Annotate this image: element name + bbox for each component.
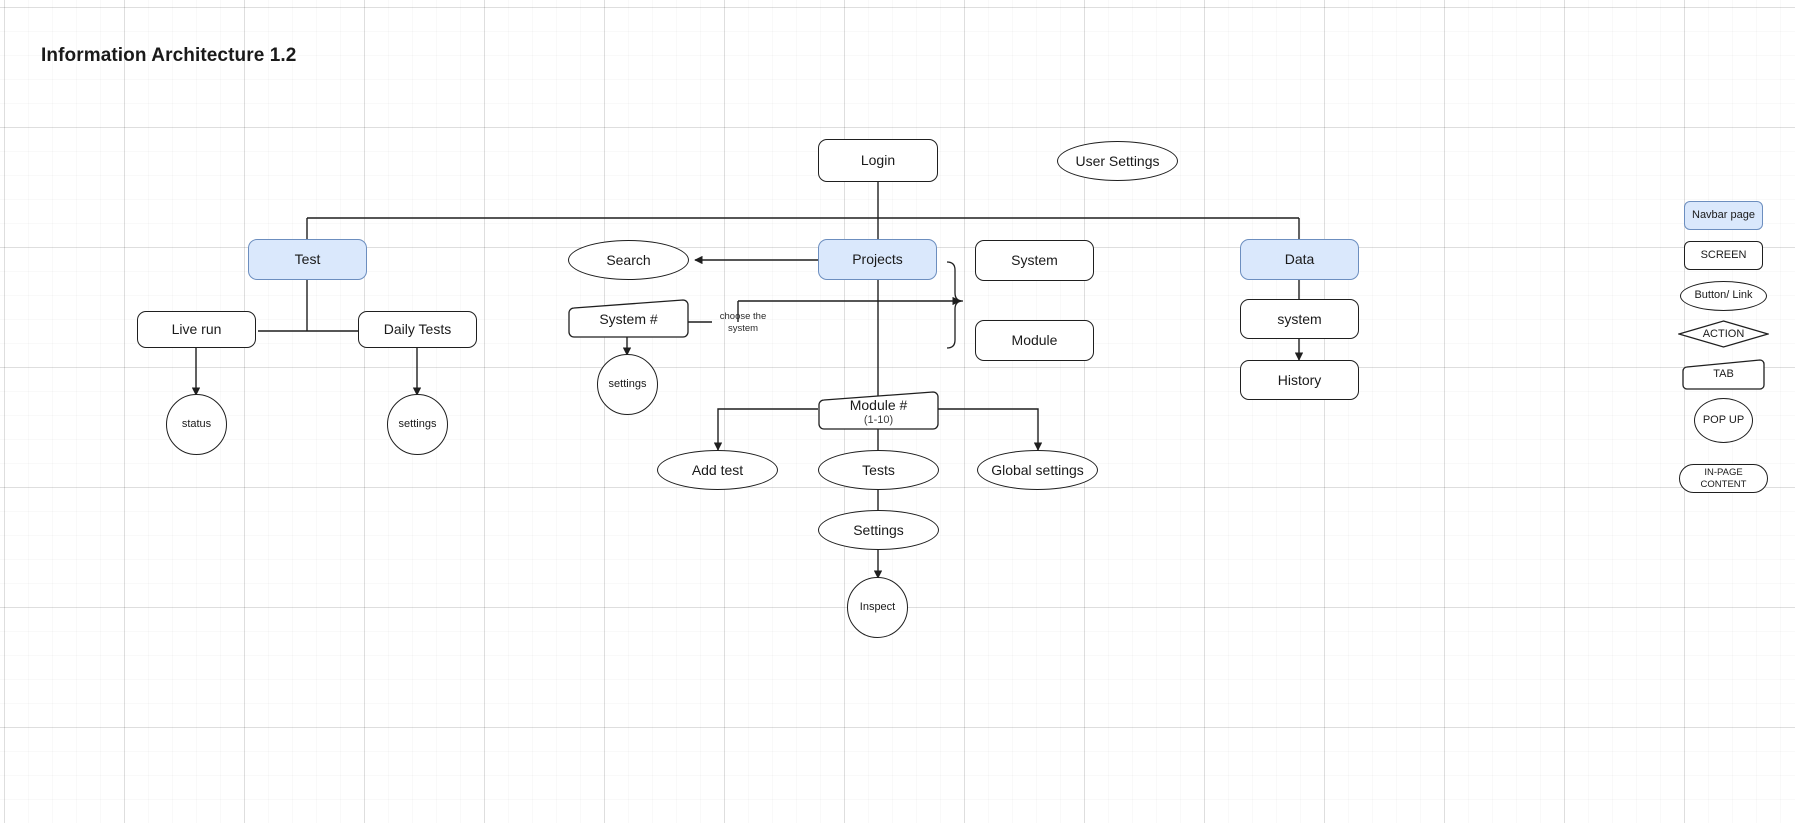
- node-test-label: Test: [294, 251, 321, 268]
- node-projects-label: Projects: [852, 251, 903, 268]
- node-system-label: System: [1011, 252, 1058, 269]
- edge-label-line-2: system: [727, 322, 759, 334]
- legend-action-label: ACTION: [1702, 328, 1745, 340]
- node-test[interactable]: Test: [248, 239, 367, 280]
- legend-in-page-content: IN-PAGE CONTENT: [1679, 464, 1768, 493]
- node-data-system[interactable]: system: [1240, 299, 1359, 339]
- node-user-settings-label: User Settings: [1075, 152, 1160, 169]
- node-module-hash-label: Module #: [849, 396, 908, 413]
- legend-pop-up: POP UP: [1694, 398, 1753, 443]
- node-live-run-label: Live run: [171, 321, 222, 338]
- edge-label-choose-the-system: choose the system: [707, 311, 779, 335]
- node-module-hash[interactable]: Module # (1-10): [818, 390, 939, 430]
- legend-button-link-label: Button/ Link: [1694, 289, 1753, 302]
- node-search[interactable]: Search: [568, 240, 689, 280]
- legend-navbar-page: Navbar page: [1684, 201, 1763, 230]
- node-settings-tests[interactable]: Settings: [818, 510, 939, 550]
- node-settings-system-label: settings: [608, 378, 647, 391]
- node-data-system-label: system: [1277, 310, 1322, 327]
- node-global-settings[interactable]: Global settings: [977, 450, 1098, 490]
- node-module-hash-sublabel: (1-10): [863, 413, 894, 426]
- legend-screen: SCREEN: [1684, 241, 1763, 270]
- legend-tab-label: TAB: [1713, 368, 1734, 380]
- node-system-hash-label: System #: [599, 311, 658, 328]
- node-data-label: Data: [1284, 251, 1315, 268]
- node-system-hash[interactable]: System #: [568, 298, 689, 338]
- legend-pop-up-label: POP UP: [1702, 413, 1745, 426]
- node-status-label: status: [181, 418, 212, 431]
- node-settings-system[interactable]: settings: [597, 354, 658, 415]
- page-title: Information Architecture 1.2: [41, 45, 297, 66]
- legend-screen-label: SCREEN: [1700, 248, 1747, 261]
- node-history[interactable]: History: [1240, 360, 1359, 400]
- node-live-run[interactable]: Live run: [137, 311, 256, 348]
- brace-system-module: [946, 261, 964, 349]
- node-search-label: Search: [606, 251, 651, 268]
- node-login[interactable]: Login: [818, 139, 938, 182]
- node-login-label: Login: [860, 152, 896, 169]
- node-inspect[interactable]: Inspect: [847, 577, 908, 638]
- node-user-settings[interactable]: User Settings: [1057, 141, 1178, 181]
- node-data[interactable]: Data: [1240, 239, 1359, 280]
- legend-in-page-content-line-1: IN-PAGE: [1704, 467, 1743, 479]
- edge-label-line-1: choose the: [719, 311, 767, 322]
- node-global-settings-label: Global settings: [991, 461, 1084, 478]
- legend-action: ACTION: [1678, 320, 1769, 348]
- node-settings-tests-label: Settings: [853, 521, 904, 538]
- node-tests-label: Tests: [862, 461, 895, 478]
- node-add-test[interactable]: Add test: [657, 450, 778, 490]
- node-module[interactable]: Module: [975, 320, 1094, 361]
- edge-module-globalsettings: [938, 408, 1043, 451]
- diagram-canvas: Information Architecture 1.2 Login User …: [0, 0, 1795, 823]
- node-add-test-label: Add test: [691, 461, 744, 478]
- node-tests[interactable]: Tests: [818, 450, 939, 490]
- node-settings-daily[interactable]: settings: [387, 394, 448, 455]
- node-history-label: History: [1277, 371, 1322, 388]
- legend-tab: TAB: [1682, 358, 1765, 390]
- legend-in-page-content-line-2: CONTENT: [1700, 478, 1747, 490]
- node-daily-tests[interactable]: Daily Tests: [358, 311, 477, 348]
- node-settings-daily-label: settings: [398, 418, 437, 431]
- node-system[interactable]: System: [975, 240, 1094, 281]
- legend-navbar-page-label: Navbar page: [1692, 208, 1755, 221]
- legend-button-link: Button/ Link: [1680, 281, 1767, 311]
- node-module-label: Module: [1011, 332, 1058, 349]
- node-inspect-label: Inspect: [859, 601, 896, 614]
- node-projects[interactable]: Projects: [818, 239, 937, 280]
- edge-module-addtest: [713, 408, 818, 451]
- node-daily-tests-label: Daily Tests: [383, 321, 452, 338]
- node-status[interactable]: status: [166, 394, 227, 455]
